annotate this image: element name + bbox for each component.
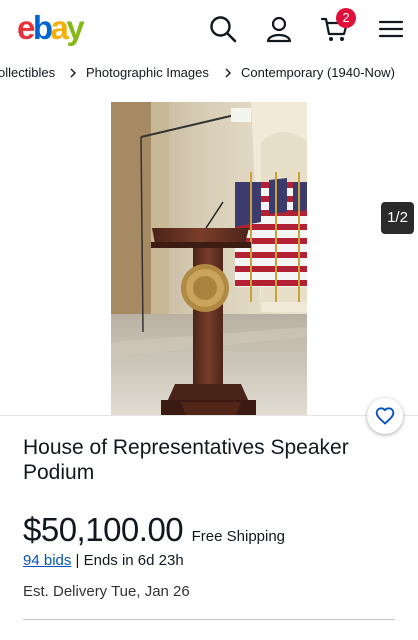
bids-row: 94 bids | Ends in 6d 23h [23, 552, 184, 569]
estimated-delivery: Est. Delivery Tue, Jan 26 [23, 583, 190, 600]
chevron-right-icon [70, 68, 76, 78]
heart-icon [375, 407, 395, 425]
section-divider [23, 619, 395, 620]
watch-button[interactable] [367, 398, 403, 434]
ebay-logo[interactable]: ebay [17, 9, 85, 46]
podium-photo-image [111, 102, 307, 415]
cart-count-badge: 2 [336, 8, 356, 28]
breadcrumb-item-photographic-images[interactable]: Photographic Images [86, 65, 209, 80]
listing-photo[interactable] [111, 102, 307, 415]
time-left: | Ends in 6d 23h [75, 552, 184, 569]
price-row: $50,100.00 Free Shipping [23, 510, 285, 550]
listing-title: House of Representatives Speaker Podium [23, 436, 349, 484]
bids-link[interactable]: 94 bids [23, 552, 71, 569]
top-header: ebay 2 [0, 0, 418, 58]
chevron-right-icon [225, 68, 231, 78]
logo-letter-y: y [66, 9, 84, 46]
current-price: $50,100.00 [23, 511, 184, 548]
logo-letter-e: e [17, 9, 35, 46]
breadcrumb: ollectibles Photographic Images Contempo… [0, 64, 418, 84]
logo-letter-b: b [32, 9, 53, 46]
user-icon[interactable] [264, 14, 294, 44]
breadcrumb-item-collectibles[interactable]: ollectibles [0, 65, 55, 80]
image-counter: 1/2 [381, 202, 414, 234]
breadcrumb-item-contemporary[interactable]: Contemporary (1940-Now) [241, 65, 395, 80]
hamburger-menu-icon[interactable] [376, 14, 406, 44]
image-gallery[interactable]: 1/2 [0, 94, 418, 416]
search-icon[interactable] [208, 14, 238, 44]
shipping-info: Free Shipping [191, 528, 286, 545]
logo-letter-a: a [50, 9, 69, 46]
